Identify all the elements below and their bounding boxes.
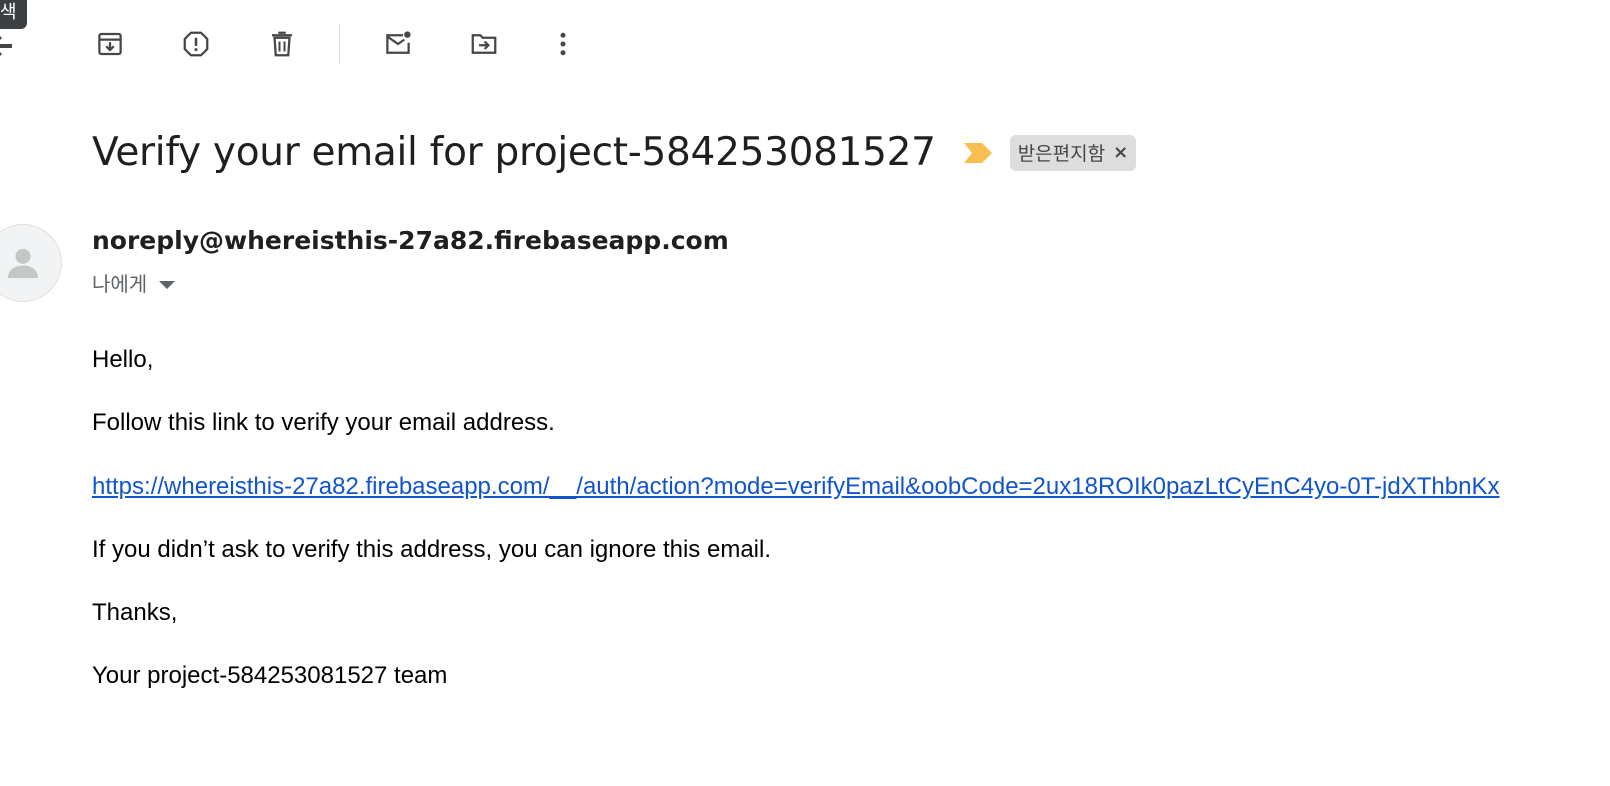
delete-icon bbox=[272, 31, 292, 57]
body-greeting: Hello, bbox=[92, 346, 154, 373]
report-spam-icon bbox=[183, 31, 209, 57]
subject-row: Verify your email for project-5842530815… bbox=[92, 130, 1137, 175]
tooltip-text: 색 bbox=[0, 2, 17, 23]
toolbar-divider bbox=[339, 24, 340, 64]
body-thanks: Thanks, bbox=[92, 599, 178, 626]
email-subject: Verify your email for project-5842530815… bbox=[92, 130, 936, 175]
back-arrow-icon bbox=[0, 36, 12, 56]
recipient-row[interactable]: 나에게 bbox=[92, 268, 176, 297]
body-signature: Your project-584253081527 team bbox=[92, 662, 448, 689]
recipient-text: 나에게 bbox=[92, 272, 148, 296]
email-view: 색 Verify your email for project-58425308… bbox=[0, 0, 1610, 786]
importance-marker-icon[interactable] bbox=[963, 142, 992, 163]
delete-button[interactable] bbox=[262, 24, 302, 64]
remove-label-button[interactable]: × bbox=[1113, 142, 1128, 163]
sender-avatar bbox=[0, 224, 62, 302]
back-button[interactable] bbox=[0, 30, 18, 62]
report-spam-button[interactable] bbox=[176, 24, 216, 64]
inbox-label-chip: 받은편지함 × bbox=[1009, 134, 1137, 171]
archive-button[interactable] bbox=[90, 24, 130, 64]
inbox-label-text: 받은편지함 bbox=[1017, 142, 1106, 165]
move-to-button[interactable] bbox=[464, 24, 504, 64]
move-to-icon bbox=[471, 34, 497, 54]
body-line-instructions: Follow this link to verify your email ad… bbox=[92, 409, 555, 436]
tooltip: 색 bbox=[0, 0, 27, 29]
mark-unread-icon bbox=[386, 31, 411, 54]
person-icon bbox=[8, 248, 38, 278]
sender-address[interactable]: noreply@whereisthis-27a82.firebaseapp.co… bbox=[92, 226, 729, 255]
verify-link[interactable]: https://whereisthis-27a82.firebaseapp.co… bbox=[92, 473, 1499, 501]
archive-icon bbox=[98, 32, 122, 56]
more-options-button[interactable] bbox=[543, 24, 583, 64]
body-line-ignore: If you didn’t ask to verify this address… bbox=[92, 536, 771, 563]
more-vert-icon bbox=[560, 32, 566, 56]
mark-unread-button[interactable] bbox=[378, 24, 418, 64]
chevron-down-icon[interactable] bbox=[159, 280, 176, 289]
